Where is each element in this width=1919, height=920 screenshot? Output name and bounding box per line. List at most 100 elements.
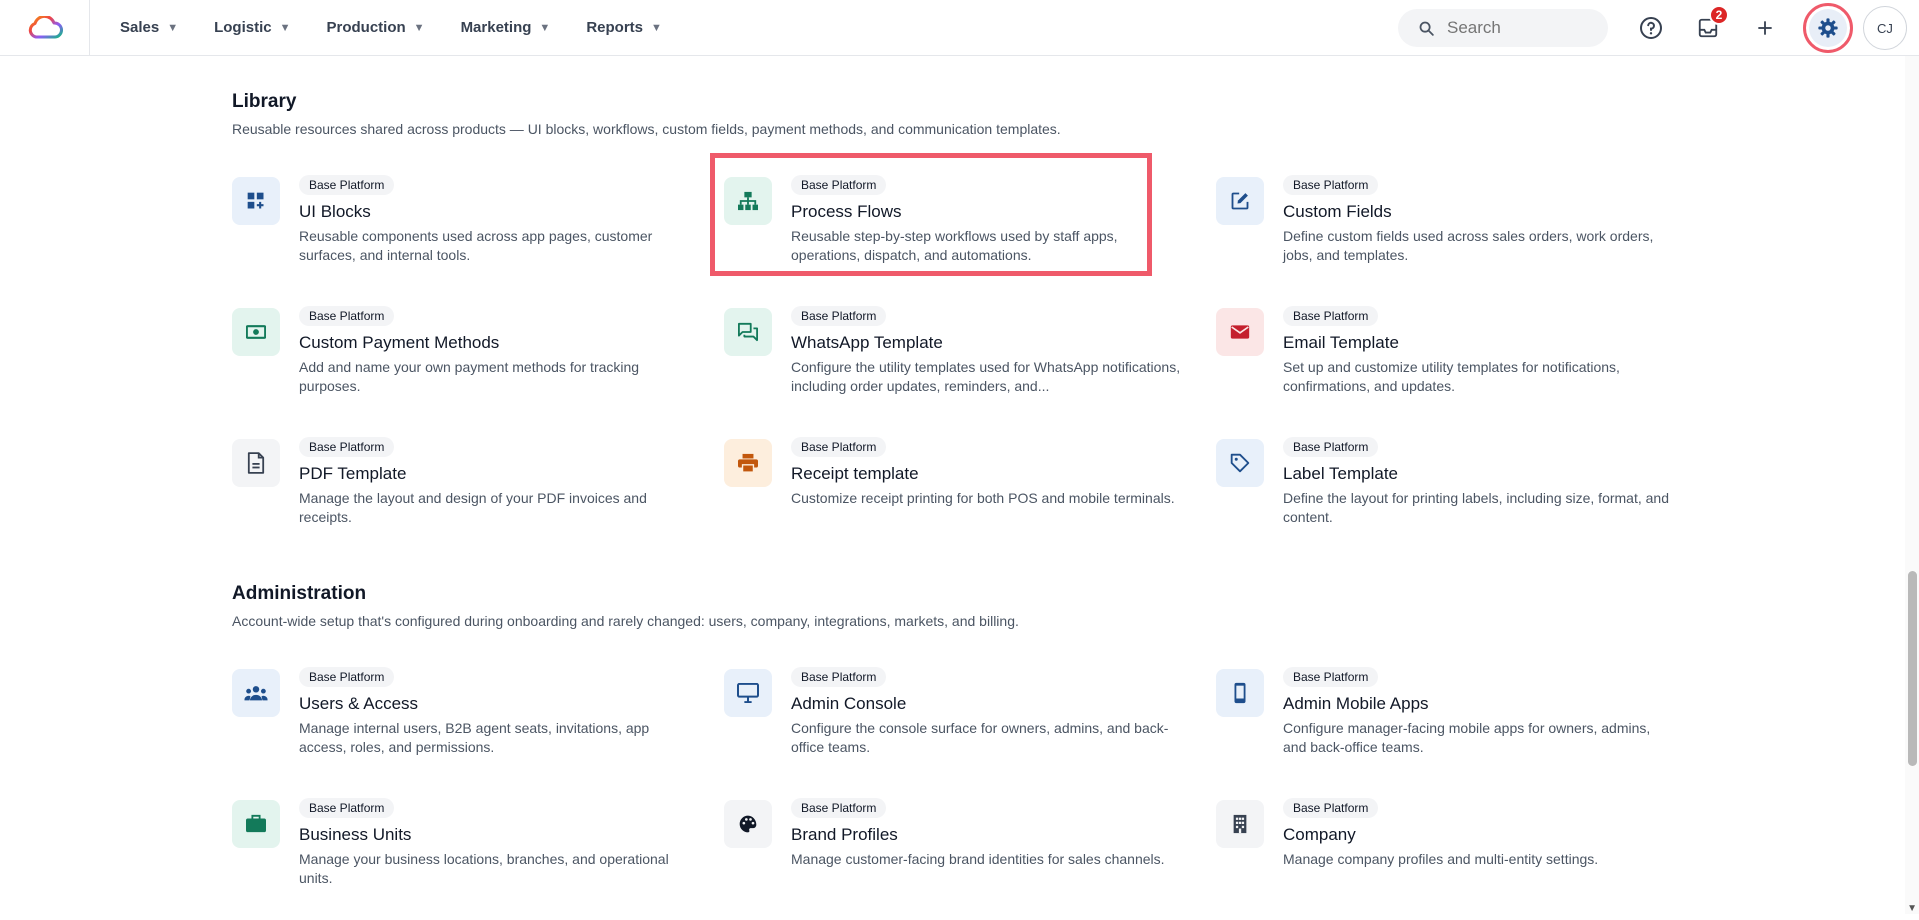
tag-badge: Base Platform [791,437,886,457]
administration-header: Administration Account-wide setup that's… [232,583,1019,629]
tag-badge: Base Platform [791,798,886,818]
card-process-flows[interactable]: Base Platform Process Flows Reusable ste… [724,166,1216,297]
nav-label: Marketing [461,19,532,36]
card-body: Base Platform Custom Fields Define custo… [1283,166,1672,297]
nav-label: Sales [120,19,159,36]
tag-badge: Base Platform [1283,798,1378,818]
tag-badge: Base Platform [1283,437,1378,457]
card-title: Users & Access [299,694,689,714]
mobile-icon [1216,669,1264,717]
card-admin-console[interactable]: Base Platform Admin Console Configure th… [724,658,1216,789]
settings-button[interactable] [1803,3,1853,53]
envelope-icon [1216,308,1264,356]
card-description: Configure the console surface for owners… [791,719,1181,757]
help-circle-icon [1639,16,1663,40]
card-description: Configure manager-facing mobile apps for… [1283,719,1672,757]
tag-badge: Base Platform [791,175,886,195]
card-label-template[interactable]: Base Platform Label Template Define the … [1216,428,1672,559]
search-box[interactable] [1398,9,1608,47]
tag-badge: Base Platform [299,667,394,687]
edit-square-icon [1216,177,1264,225]
card-whatsapp-template[interactable]: Base Platform WhatsApp Template Configur… [724,297,1216,428]
card-title: Custom Fields [1283,202,1672,222]
notification-badge: 2 [1709,5,1729,25]
gear-icon [1817,17,1839,39]
card-users-access[interactable]: Base Platform Users & Access Manage inte… [232,658,724,789]
tag-badge: Base Platform [1283,306,1378,326]
main-nav: Sales▼ Logistic▼ Production▼ Marketing▼ … [120,19,662,36]
nav-reports[interactable]: Reports▼ [586,19,662,36]
card-description: Add and name your own payment methods fo… [299,358,689,396]
administration-grid: Base Platform Users & Access Manage inte… [232,658,1672,920]
card-title: Custom Payment Methods [299,333,689,353]
card-company[interactable]: Base Platform Company Manage company pro… [1216,789,1672,920]
header-tools: 2 [1398,0,1919,56]
card-description: Reusable components used across app page… [299,227,689,265]
chevron-down-icon: ▼ [651,22,662,34]
cloud-logo-icon [27,16,63,40]
search-input[interactable] [1447,18,1587,38]
tag-badge: Base Platform [299,175,394,195]
monitor-icon [724,669,772,717]
card-custom-payment-methods[interactable]: Base Platform Custom Payment Methods Add… [232,297,724,428]
card-title: Company [1283,825,1672,845]
card-pdf-template[interactable]: Base Platform PDF Template Manage the la… [232,428,724,559]
card-description: Define the layout for printing labels, i… [1283,489,1672,527]
palette-icon [724,800,772,848]
card-title: Brand Profiles [791,825,1181,845]
nav-logistic[interactable]: Logistic▼ [214,19,290,36]
card-title: Process Flows [791,202,1181,222]
card-business-units[interactable]: Base Platform Business Units Manage your… [232,789,724,920]
card-title: Admin Console [791,694,1181,714]
card-description: Manage your business locations, branches… [299,850,689,888]
tag-icon [1216,439,1264,487]
card-body: Base Platform Receipt template Customize… [791,428,1181,559]
tag-badge: Base Platform [791,667,886,687]
card-title: Label Template [1283,464,1672,484]
card-description: Set up and customize utility templates f… [1283,358,1672,396]
chat-bubbles-icon [724,308,772,356]
avatar[interactable]: CJ [1863,6,1907,50]
chevron-down-icon: ▼ [539,22,550,34]
search-icon [1418,20,1435,37]
card-custom-fields[interactable]: Base Platform Custom Fields Define custo… [1216,166,1672,297]
nav-production[interactable]: Production▼ [327,19,425,36]
tag-badge: Base Platform [1283,667,1378,687]
help-button[interactable] [1632,9,1670,47]
tag-badge: Base Platform [299,306,394,326]
card-body: Base Platform Business Units Manage your… [299,789,689,920]
printer-icon [724,439,772,487]
card-description: Customize receipt printing for both POS … [791,489,1181,508]
document-icon [232,439,280,487]
nav-marketing[interactable]: Marketing ▼ [461,19,551,36]
logo[interactable] [0,0,90,56]
card-description: Manage internal users, B2B agent seats, … [299,719,689,757]
settings-button-inner [1809,9,1847,47]
card-brand-profiles[interactable]: Base Platform Brand Profiles Manage cust… [724,789,1216,920]
card-description: Manage the layout and design of your PDF… [299,489,689,527]
plus-icon [1755,18,1775,38]
add-button[interactable] [1746,9,1784,47]
inbox-button[interactable]: 2 [1689,9,1727,47]
card-body: Base Platform WhatsApp Template Configur… [791,297,1181,428]
card-receipt-template[interactable]: Base Platform Receipt template Customize… [724,428,1216,559]
card-title: Admin Mobile Apps [1283,694,1672,714]
card-admin-mobile-apps[interactable]: Base Platform Admin Mobile Apps Configur… [1216,658,1672,789]
card-description: Configure the utility templates used for… [791,358,1181,396]
users-icon [232,669,280,717]
card-ui-blocks[interactable]: Base Platform UI Blocks Reusable compone… [232,166,724,297]
chevron-down-icon: ▼ [167,22,178,34]
card-body: Base Platform Process Flows Reusable ste… [791,166,1181,297]
card-body: Base Platform Company Manage company pro… [1283,789,1672,920]
scroll-down-arrow-icon[interactable]: ▼ [1907,903,1917,914]
card-email-template[interactable]: Base Platform Email Template Set up and … [1216,297,1672,428]
card-description: Define custom fields used across sales o… [1283,227,1672,265]
tag-badge: Base Platform [1283,175,1378,195]
section-title: Administration [232,583,1019,605]
top-navigation-bar: Sales▼ Logistic▼ Production▼ Marketing▼ … [0,0,1919,56]
card-body: Base Platform Admin Console Configure th… [791,658,1181,789]
briefcase-icon [232,800,280,848]
nav-sales[interactable]: Sales ▼ [120,19,178,36]
scrollbar-thumb[interactable] [1908,571,1917,766]
scrollbar[interactable] [1905,56,1919,914]
